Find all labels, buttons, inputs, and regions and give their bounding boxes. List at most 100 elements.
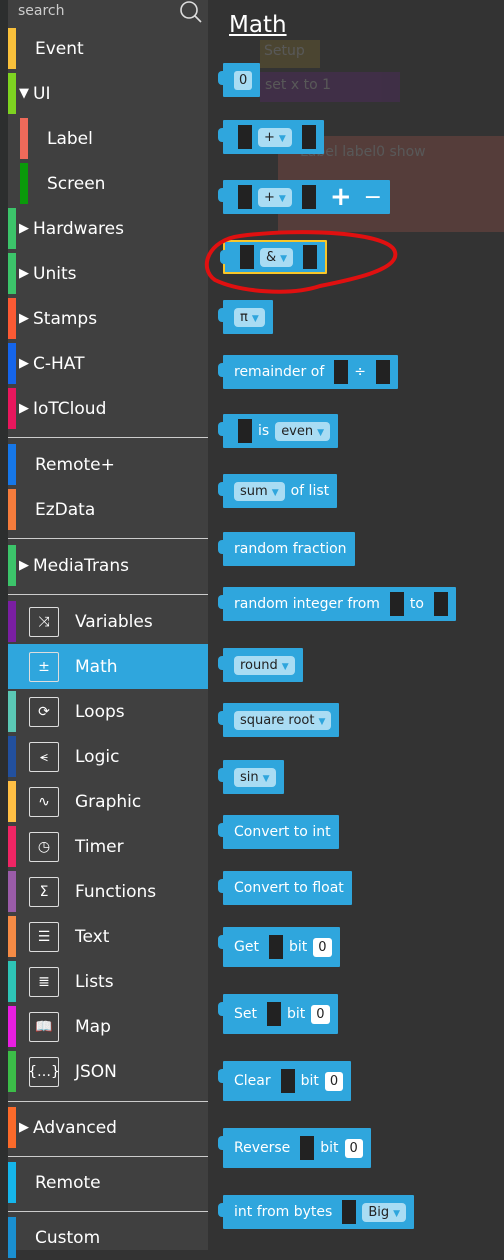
input-slot[interactable] — [371, 360, 390, 384]
constant-block[interactable]: π ▼ — [218, 300, 273, 334]
sidebar-item-custom[interactable]: Custom — [8, 1215, 208, 1260]
caret-right-icon[interactable]: ▶ — [19, 401, 29, 416]
sidebar-item-label: Custom — [35, 1227, 101, 1248]
number-field[interactable]: 0 — [234, 70, 253, 90]
convert-float-block[interactable]: Convert to float — [218, 871, 352, 905]
random-integer-block[interactable]: random integer from to — [218, 587, 456, 621]
sidebar-item-logic[interactable]: ⪪ Logic — [8, 734, 208, 779]
input-slot[interactable] — [429, 592, 448, 616]
ghost-text: set — [265, 77, 287, 93]
minus-icon[interactable]: − — [364, 185, 382, 210]
caret-right-icon[interactable]: ▶ — [19, 311, 29, 326]
convert-int-block[interactable]: Convert to int — [218, 815, 339, 849]
sidebar-item-lists[interactable]: ≣ Lists — [8, 959, 208, 1004]
remainder-block[interactable]: remainder of ÷ — [218, 355, 398, 389]
dropdown[interactable]: π ▼ — [234, 307, 265, 327]
sidebar-item-mediatrans[interactable]: ▶ MediaTrans — [8, 543, 208, 588]
search-bar[interactable]: search — [8, 0, 208, 24]
sidebar-item-map[interactable]: 📖 Map — [8, 1004, 208, 1049]
dropdown[interactable]: sum ▼ — [234, 481, 285, 501]
round-block[interactable]: round ▼ — [218, 648, 303, 682]
input-slot[interactable] — [338, 1200, 357, 1224]
square-root-block[interactable]: square root ▼ — [217, 703, 340, 737]
caret-right-icon[interactable]: ▶ — [19, 221, 29, 236]
sidebar-item-event[interactable]: Event — [8, 26, 208, 71]
dropdown[interactable]: sin ▼ — [234, 767, 276, 787]
input-slot[interactable] — [234, 185, 252, 209]
sidebar-item-graphic[interactable]: ∿ Graphic — [8, 779, 208, 824]
dropdown-value: + — [264, 189, 275, 205]
sidebar-item-remote-[interactable]: Remote+ — [8, 442, 208, 487]
left-edge — [0, 0, 8, 1250]
input-slot[interactable] — [297, 185, 316, 209]
number-field[interactable]: 0 — [311, 1004, 330, 1024]
caret-right-icon[interactable]: ▶ — [19, 266, 29, 281]
input-slot[interactable] — [276, 1069, 295, 1093]
sidebar-item-advanced[interactable]: ▶ Advanced — [8, 1105, 208, 1150]
dropdown-value: π — [240, 309, 248, 325]
dropdown[interactable]: Big ▼ — [362, 1202, 407, 1222]
plus-icon[interactable]: + — [330, 182, 352, 212]
sidebar-item-ezdata[interactable]: EzData — [8, 487, 208, 532]
block-text: Set — [234, 1006, 257, 1022]
block-text: is — [258, 423, 270, 439]
block-text: Convert to int — [234, 824, 331, 840]
sidebar-item-stamps[interactable]: ▶ Stamps — [8, 296, 208, 341]
even-block[interactable]: is even ▼ — [217, 414, 339, 448]
input-slot[interactable] — [330, 360, 349, 384]
dropdown[interactable]: even ▼ — [275, 421, 331, 441]
sidebar-item-json[interactable]: {…} JSON — [8, 1049, 208, 1094]
input-slot[interactable] — [263, 1002, 281, 1026]
random-fraction-block[interactable]: random fraction — [218, 532, 355, 566]
sidebar-item-loops[interactable]: ⟳ Loops — [8, 689, 208, 734]
sidebar-item-variables[interactable]: ⤨ Variables — [8, 599, 208, 644]
sidebar-item-c-hat[interactable]: ▶ C-HAT — [8, 341, 208, 386]
reverse-bit-block[interactable]: Reverse bit 0 — [218, 1128, 371, 1168]
number-block[interactable]: 0 — [217, 63, 261, 97]
input-slot[interactable] — [385, 592, 404, 616]
dropdown[interactable]: + ▼ — [258, 127, 292, 147]
sidebar-item-label[interactable]: Label — [8, 116, 208, 161]
sidebar-item-units[interactable]: ▶ Units — [8, 251, 208, 296]
category-color-bar — [8, 73, 16, 114]
get-bit-block[interactable]: Get bit 0 — [218, 927, 340, 967]
bitwise-block[interactable]: & ▼ — [204, 230, 398, 294]
dropdown[interactable]: square root ▼ — [234, 710, 332, 730]
dropdown-caret-icon: ▼ — [281, 661, 289, 672]
search-icon[interactable] — [178, 0, 204, 24]
sidebar-item-text[interactable]: ☰ Text — [8, 914, 208, 959]
sidebar-item-hardwares[interactable]: ▶ Hardwares — [8, 206, 208, 251]
caret-right-icon[interactable]: ▶ — [19, 558, 29, 573]
input-slot[interactable] — [234, 125, 252, 149]
sidebar-item-ui[interactable]: ▼ UI — [8, 71, 208, 116]
caret-right-icon[interactable]: ▶ — [19, 1120, 29, 1135]
number-field[interactable]: 0 — [344, 1138, 363, 1158]
caret-down-icon[interactable]: ▼ — [19, 86, 29, 101]
sidebar-item-label: MediaTrans — [33, 555, 129, 576]
sum-list-block[interactable]: sum ▼ of list — [217, 474, 338, 508]
block-text: ÷ — [354, 364, 366, 380]
sidebar-item-functions[interactable]: Σ Functions — [8, 869, 208, 914]
clear-bit-block[interactable]: Clear bit 0 — [217, 1061, 352, 1101]
number-field[interactable]: 0 — [313, 937, 332, 957]
trig-block[interactable]: sin ▼ — [218, 760, 284, 794]
sidebar-item-screen[interactable]: Screen — [8, 161, 208, 206]
arithmetic-mutator-block[interactable]: + ▼ + − — [217, 180, 391, 214]
number-field[interactable]: 0 — [324, 1071, 344, 1091]
dropdown-caret-icon: ▼ — [318, 716, 326, 727]
dropdown[interactable]: + ▼ — [258, 187, 292, 207]
set-bit-block[interactable]: Set bit 0 — [218, 994, 338, 1034]
int-from-bytes-block[interactable]: int from bytes Big ▼ — [217, 1195, 415, 1229]
dropdown[interactable]: round ▼ — [234, 655, 295, 675]
input-slot[interactable] — [234, 419, 252, 443]
caret-right-icon[interactable]: ▶ — [19, 356, 29, 371]
search-input[interactable]: search — [18, 3, 65, 19]
sidebar-item-math[interactable]: ± Math — [8, 644, 208, 689]
input-slot[interactable] — [297, 125, 316, 149]
input-slot[interactable] — [264, 935, 283, 959]
arithmetic-block[interactable]: + ▼ — [218, 120, 324, 154]
sidebar-item-remote[interactable]: Remote — [8, 1160, 208, 1205]
sidebar-item-iotcloud[interactable]: ▶ IoTCloud — [8, 386, 208, 431]
sidebar-item-timer[interactable]: ◷ Timer — [8, 824, 208, 869]
input-slot[interactable] — [296, 1136, 315, 1160]
